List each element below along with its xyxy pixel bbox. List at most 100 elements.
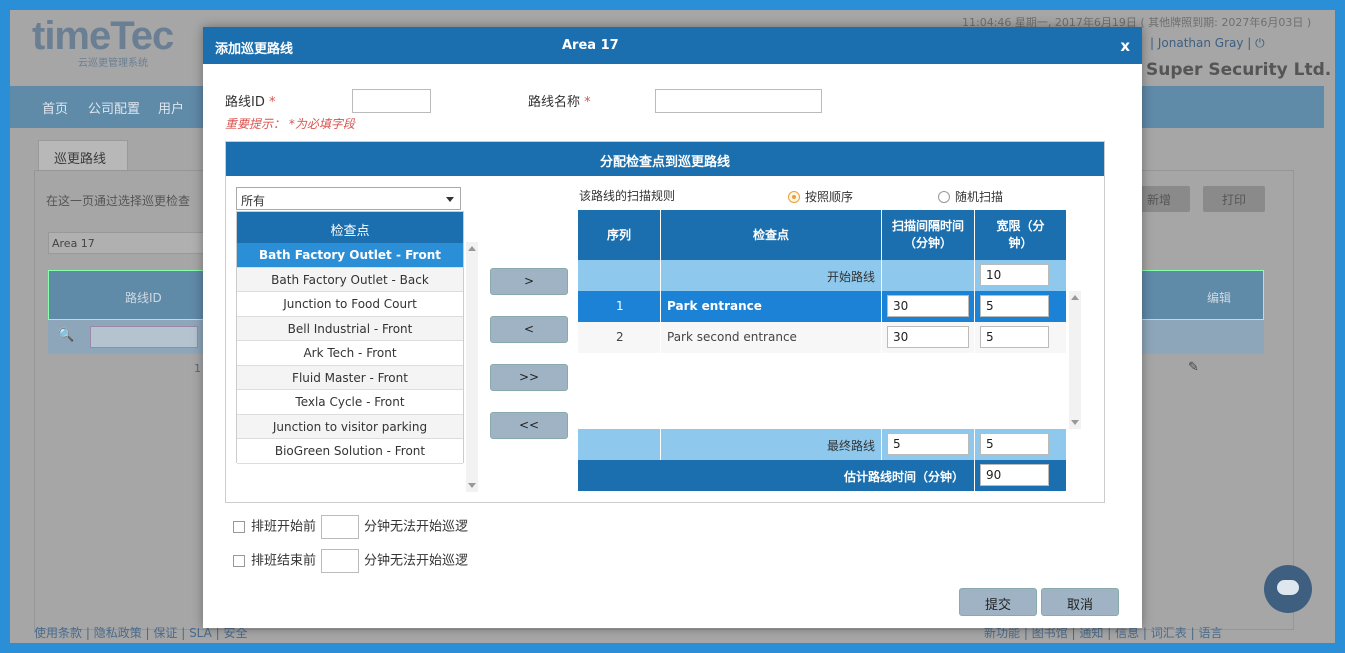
scroll-down-icon[interactable] bbox=[468, 483, 476, 488]
start-route-row: 开始路线 10 bbox=[578, 260, 1067, 291]
end-seq-cell bbox=[578, 429, 661, 460]
radio-random[interactable]: 随机扫描 bbox=[938, 188, 1003, 205]
tab-patrol-route[interactable]: 巡更路线 bbox=[38, 140, 128, 170]
footer-link[interactable]: 通知 bbox=[1079, 626, 1103, 640]
row-tolerance-cell: 5 bbox=[975, 291, 1067, 322]
area-select[interactable]: Area 17 bbox=[48, 232, 208, 254]
est-value-cell: 90 bbox=[975, 460, 1067, 491]
before-start-minutes-input[interactable] bbox=[321, 515, 360, 539]
checkpoint-list-scrollbar[interactable] bbox=[466, 242, 478, 492]
table-row[interactable]: 1 Park entrance 30 5 bbox=[578, 291, 1067, 322]
nav-users[interactable]: 用户 bbox=[158, 98, 184, 117]
footer-link[interactable]: 安全 bbox=[224, 626, 248, 640]
before-shift-end-option: 排班结束前 分钟无法开始巡逻 bbox=[233, 549, 468, 573]
before-start-checkbox[interactable] bbox=[233, 520, 245, 533]
move-right-button[interactable]: > bbox=[490, 268, 568, 295]
footer-link[interactable]: 图书馆 bbox=[1032, 626, 1068, 640]
route-id-input[interactable] bbox=[352, 89, 431, 113]
route-checkpoint-table: 序列 检查点 扫描间隔时间（分钟） 宽限（分钟） 开始路线 10 1 Park … bbox=[578, 210, 1067, 491]
before-end-label: 排班结束前 bbox=[251, 553, 317, 569]
end-label-cell: 最终路线 bbox=[661, 429, 882, 460]
end-interval-cell: 5 bbox=[882, 429, 975, 460]
list-item[interactable]: Bath Factory Outlet - Back bbox=[237, 267, 463, 292]
footer-link[interactable]: 信息 bbox=[1115, 626, 1139, 640]
tolerance-input[interactable]: 5 bbox=[980, 295, 1049, 317]
end-interval-input[interactable]: 5 bbox=[887, 433, 969, 455]
power-icon[interactable]: ⏻ bbox=[1255, 36, 1265, 50]
row-tolerance-cell: 5 bbox=[975, 322, 1067, 353]
col-tolerance: 宽限（分钟） bbox=[975, 210, 1067, 260]
start-tolerance-input[interactable]: 10 bbox=[980, 264, 1049, 286]
end-route-label: 最终路线 bbox=[826, 439, 875, 453]
footer-link[interactable]: SLA bbox=[189, 626, 212, 640]
before-end-checkbox[interactable] bbox=[233, 554, 245, 567]
start-seq-cell bbox=[578, 260, 661, 291]
table-header-row: 序列 检查点 扫描间隔时间（分钟） 宽限（分钟） bbox=[578, 210, 1067, 260]
radio-selected-icon[interactable] bbox=[788, 191, 800, 203]
table-empty-space bbox=[578, 353, 1067, 429]
footer-link[interactable]: 使用条款 bbox=[34, 626, 82, 640]
list-item[interactable]: Ark Tech - Front bbox=[237, 341, 463, 366]
row-checkpoint-name: Park second entrance bbox=[667, 330, 797, 344]
print-button[interactable]: 打印 bbox=[1203, 186, 1265, 212]
footer-link[interactable]: 语言 bbox=[1198, 626, 1222, 640]
dialog-area: Area 17 bbox=[562, 38, 619, 53]
submit-button[interactable]: 提交 bbox=[959, 588, 1037, 616]
scroll-down-icon[interactable] bbox=[1071, 420, 1079, 425]
filter-input[interactable] bbox=[90, 326, 198, 348]
list-item[interactable]: Bell Industrial - Front bbox=[237, 316, 463, 341]
estimated-time-row: 估计路线时间（分钟） 90 bbox=[578, 460, 1067, 491]
footer-link[interactable]: 保证 bbox=[153, 626, 177, 640]
dialog-header: 添加巡更路线 Area 17 x bbox=[203, 27, 1142, 64]
move-all-right-button[interactable]: >> bbox=[490, 364, 568, 391]
end-route-row: 最终路线 5 5 bbox=[578, 429, 1067, 460]
scroll-up-icon[interactable] bbox=[468, 246, 476, 251]
cancel-button[interactable]: 取消 bbox=[1041, 588, 1119, 616]
end-tolerance-input[interactable]: 5 bbox=[980, 433, 1049, 455]
nav-company-config[interactable]: 公司配置 bbox=[88, 98, 140, 117]
row-seq-cell: 2 bbox=[578, 322, 661, 353]
list-item[interactable]: BioGreen Solution - Front bbox=[237, 439, 463, 464]
interval-input[interactable]: 30 bbox=[887, 326, 969, 348]
route-table-scrollbar[interactable] bbox=[1069, 291, 1081, 429]
row-interval-cell: 30 bbox=[882, 322, 975, 353]
edit-icon[interactable]: ✎ bbox=[1188, 360, 1199, 375]
before-start-suffix: 分钟无法开始巡逻 bbox=[364, 519, 469, 535]
row-name-cell: Park second entrance bbox=[661, 322, 882, 353]
route-name-label: 路线名称 * bbox=[528, 95, 591, 110]
radio-unselected-icon[interactable] bbox=[938, 191, 950, 203]
chat-icon[interactable] bbox=[1264, 565, 1312, 613]
page-description: 在这一页通过选择巡更检查 bbox=[46, 194, 191, 208]
search-icon: 🔍 bbox=[58, 328, 75, 343]
row-route-id[interactable]: 1 bbox=[194, 362, 201, 375]
list-item[interactable]: Fluid Master - Front bbox=[237, 365, 463, 390]
interval-input[interactable]: 30 bbox=[887, 295, 969, 317]
footer-link[interactable]: 隐私政策 bbox=[94, 626, 142, 640]
radio-in-order[interactable]: 按照顺序 bbox=[788, 188, 853, 205]
tolerance-input[interactable]: 5 bbox=[980, 326, 1049, 348]
table-row[interactable]: 2 Park second entrance 30 5 bbox=[578, 322, 1067, 353]
move-left-button[interactable]: < bbox=[490, 316, 568, 343]
footer-link[interactable]: 词汇表 bbox=[1151, 626, 1187, 640]
row-seq: 1 bbox=[616, 299, 624, 313]
scroll-up-icon[interactable] bbox=[1071, 295, 1079, 300]
start-route-label: 开始路线 bbox=[826, 270, 875, 284]
move-all-left-button[interactable]: << bbox=[490, 412, 568, 439]
end-tolerance-cell: 5 bbox=[975, 429, 1067, 460]
col-checkpoint: 检查点 bbox=[661, 210, 882, 260]
checkpoint-list: 检查点 Bath Factory Outlet - Front Bath Fac… bbox=[236, 211, 464, 464]
estimated-time-value[interactable]: 90 bbox=[980, 464, 1049, 486]
before-shift-start-option: 排班开始前 分钟无法开始巡逻 bbox=[233, 515, 468, 539]
list-item[interactable]: Junction to visitor parking bbox=[237, 414, 463, 439]
col-route-id[interactable]: 路线ID bbox=[125, 289, 162, 306]
list-item[interactable]: Junction to Food Court bbox=[237, 292, 463, 317]
route-name-input[interactable] bbox=[655, 89, 822, 113]
list-item[interactable]: Texla Cycle - Front bbox=[237, 390, 463, 415]
close-button[interactable]: x bbox=[1120, 37, 1130, 55]
list-item[interactable]: Bath Factory Outlet - Front bbox=[237, 243, 463, 268]
before-end-minutes-input[interactable] bbox=[321, 549, 360, 573]
nav-home[interactable]: 首页 bbox=[42, 98, 68, 117]
user-name[interactable]: Jonathan Gray bbox=[1158, 36, 1244, 50]
checkpoint-filter-select[interactable]: 所有 bbox=[236, 187, 461, 210]
footer-link[interactable]: 新功能 bbox=[984, 626, 1020, 640]
